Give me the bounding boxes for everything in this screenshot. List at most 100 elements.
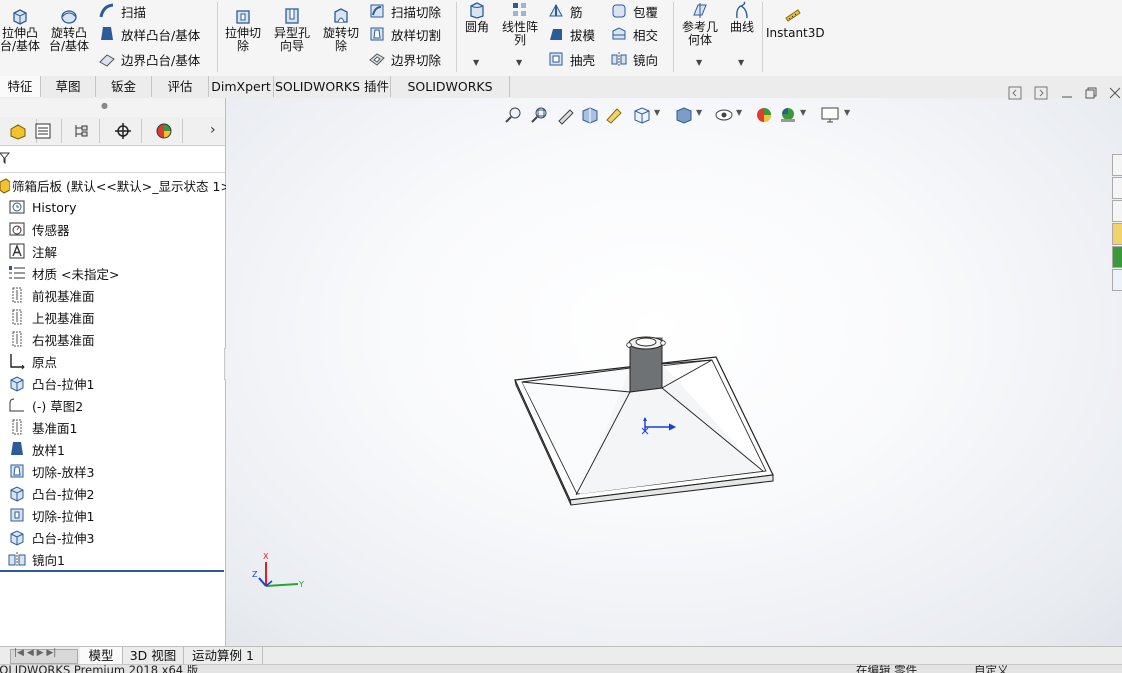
tab-display-manager[interactable] [146, 119, 183, 143]
reference-geometry-button[interactable]: 参考几 何体 [678, 0, 722, 47]
sweep-cut-button[interactable]: 扫描切除 [368, 0, 441, 22]
model-3d[interactable] [226, 98, 1122, 646]
tree-item[interactable]: 凸台-拉伸1 [8, 372, 94, 394]
tab-sheet-metal[interactable]: 钣金 [96, 76, 152, 97]
rollback-bar[interactable] [0, 570, 224, 572]
tree-item[interactable]: 凸台-拉伸2 [8, 482, 94, 504]
loft-cut-icon [370, 27, 384, 41]
cut-loft-icon [10, 464, 24, 478]
sweep-button[interactable]: 扫描 [98, 0, 146, 22]
tree-item[interactable]: 放样1 [8, 438, 65, 460]
boundary-cut-icon [369, 53, 385, 66]
origin-icon [10, 354, 25, 370]
linear-pattern-dropdown-icon[interactable]: ▼ [516, 58, 522, 67]
tree-item[interactable]: 镜向1 [8, 548, 65, 570]
scroll-first-icon[interactable]: |◀ ◀ ▶ ▶| [14, 648, 56, 658]
shell-button[interactable]: 抽壳 [547, 48, 595, 70]
tab-property-manager[interactable] [25, 119, 62, 143]
command-manager-ribbon: 拉伸凸 台/基体 旋转凸 台/基体 扫描 放样凸台/基体 边界凸台/基体 拉伸切… [0, 0, 1122, 77]
extrude-icon [10, 530, 24, 546]
panel-grip[interactable]: ● [0, 98, 225, 117]
linear-pattern-label: 线性阵 列 [501, 20, 538, 47]
extrude-boss-button[interactable]: 拉伸凸 台/基体 [0, 6, 40, 53]
tab-dimxpert-manager[interactable] [105, 119, 142, 143]
loft-cut-label: 放样切割 [391, 27, 442, 43]
boundary-cut-button[interactable]: 边界切除 [368, 48, 441, 70]
plane-icon [12, 419, 22, 435]
boundary-boss-button[interactable]: 边界凸台/基体 [98, 48, 200, 70]
mirror-button[interactable]: 镜向 [610, 48, 658, 70]
tree-item[interactable]: 传感器 [8, 218, 70, 240]
loft-boss-icon [101, 27, 113, 40]
tree-item[interactable]: 基准面1 [8, 416, 77, 438]
tree-item-label: History [32, 199, 77, 215]
tree-item-label: 右视基准面 [32, 332, 95, 348]
reference-geometry-label: 参考几 何体 [681, 20, 718, 47]
triad-x-label: X [263, 552, 269, 561]
tab-dimxpert[interactable]: DimXpert [209, 76, 274, 97]
tree-item-label: 放样1 [32, 442, 65, 458]
loft-boss-button[interactable]: 放样凸台/基体 [98, 23, 200, 45]
chevron-right-icon[interactable]: › [210, 122, 216, 138]
tree-item[interactable]: 上视基准面 [8, 306, 95, 328]
tree-item[interactable]: History [8, 196, 76, 218]
revolve-boss-icon [61, 10, 77, 24]
tree-item[interactable]: 注解 [8, 240, 57, 262]
fillet-dropdown-icon[interactable]: ▼ [473, 58, 479, 67]
tree-item[interactable]: 切除-放样3 [8, 460, 94, 482]
rib-button[interactable]: 筋 [547, 0, 583, 22]
tree-item[interactable]: 材质 <未指定> [8, 262, 119, 284]
hole-wizard-button[interactable]: 异型孔 向导 [270, 6, 314, 53]
triad-y-label: Y [298, 580, 304, 589]
fillet-icon [470, 2, 484, 19]
tab-solidworks-addins[interactable]: SOLIDWORKS 插件 [274, 76, 391, 97]
graphics-area[interactable]: ▼ ▼ ▼ ▼ ▼ X Y Z [226, 86, 1122, 646]
tab-evaluate[interactable]: 评估 [152, 76, 209, 97]
tab-features[interactable]: 特征 [0, 76, 41, 97]
tab-scroll-buttons[interactable]: |◀ ◀ ▶ ▶| [10, 648, 78, 664]
linear-pattern-button[interactable]: 线性阵 列 [498, 0, 542, 47]
tree-item[interactable]: 原点 [8, 350, 57, 372]
fillet-button[interactable]: 圆角 [460, 0, 494, 34]
curves-dropdown-icon[interactable]: ▼ [738, 58, 744, 67]
extrude-icon [10, 376, 24, 392]
revolve-cut-button[interactable]: 旋转切 除 [320, 6, 362, 53]
linear-pattern-icon [513, 3, 526, 16]
extrude-cut-button[interactable]: 拉伸切 除 [222, 6, 264, 53]
tree-item[interactable]: 右视基准面 [8, 328, 95, 350]
curves-button[interactable]: 曲线 [726, 0, 758, 34]
tree-item[interactable]: 凸台-拉伸3 [8, 526, 94, 548]
command-manager-tabs: 特征 草图 钣金 评估 DimXpert SOLIDWORKS 插件 SOLID… [0, 76, 1122, 115]
boundary-cut-label: 边界切除 [391, 52, 442, 68]
tab-motion-study[interactable]: 运动算例 1 [184, 647, 263, 664]
tab-sketch[interactable]: 草图 [41, 76, 96, 97]
tree-item[interactable]: (-) 草图2 [8, 394, 83, 416]
tree-item-label: 上视基准面 [32, 310, 95, 326]
history-icon [9, 200, 25, 214]
grip-dot-icon: ● [101, 101, 108, 110]
draft-button[interactable]: 拔模 [547, 23, 595, 45]
mirror-icon [611, 52, 627, 66]
reference-geometry-dropdown-icon[interactable]: ▼ [696, 58, 702, 67]
plane-icon [12, 287, 22, 303]
filter-icon[interactable] [0, 152, 10, 164]
shell-label: 抽壳 [570, 52, 596, 68]
tab-3d-views[interactable]: 3D 视图 [123, 647, 184, 664]
intersect-button[interactable]: 相交 [610, 23, 658, 45]
tree-item-label: 注解 [32, 244, 58, 260]
loft-cut-button[interactable]: 放样切割 [368, 23, 441, 45]
tree-root-part[interactable]: 筛箱后板 (默认<<默认>_显示状态 1>) [0, 174, 236, 196]
tab-solidworks-mbd[interactable]: SOLIDWORKS MBD [391, 76, 510, 115]
tree-item[interactable]: 切除-拉伸1 [8, 504, 94, 526]
instant3d-button[interactable]: Instant3D [766, 6, 825, 40]
tab-model[interactable]: 模型 [80, 647, 123, 664]
tab-configuration-manager[interactable] [63, 119, 100, 143]
loft-boss-label: 放样凸台/基体 [121, 27, 201, 43]
revolve-boss-button[interactable]: 旋转凸 台/基体 [46, 6, 92, 53]
revolve-cut-icon [334, 8, 348, 23]
wrap-button[interactable]: 包覆 [610, 0, 658, 22]
cut-extrude-icon [10, 508, 24, 522]
tree-item-label: 切除-拉伸1 [32, 508, 95, 524]
tree-filter-bar[interactable] [0, 146, 225, 173]
tree-item[interactable]: 前视基准面 [8, 284, 95, 306]
